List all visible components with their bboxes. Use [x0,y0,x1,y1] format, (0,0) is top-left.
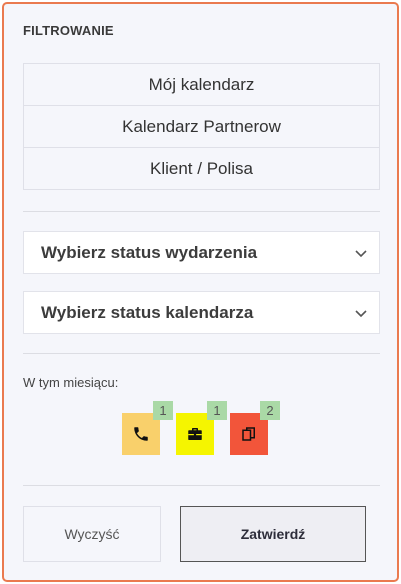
confirm-button[interactable]: Zatwierdź [180,506,366,562]
divider [23,211,380,212]
event-status-label: Wybierz status wydarzenia [41,242,258,262]
count-badge: 1 [207,401,227,420]
clear-button[interactable]: Wyczyść [23,506,161,562]
count-badge: 2 [260,401,280,420]
divider [23,353,380,354]
phone-icon [134,427,148,441]
month-summary-label: W tym miesiącu: [23,375,119,390]
calendar-option-partners[interactable]: Kalendarz Partnerow [23,105,380,148]
calendar-status-select[interactable]: Wybierz status kalendarza [23,291,380,334]
chevron-down-icon [355,309,367,317]
chevron-down-icon [355,249,367,257]
copy-icon [242,427,255,441]
count-badge: 1 [153,401,173,420]
briefcase-icon [188,428,202,440]
divider [23,485,380,486]
calendar-status-label: Wybierz status kalendarza [41,302,254,322]
section-title: FILTROWANIE [23,23,114,38]
filter-panel: FILTROWANIE Mój kalendarz Kalendarz Part… [2,2,399,582]
event-status-select[interactable]: Wybierz status wydarzenia [23,231,380,274]
calendar-option-client-policy[interactable]: Klient / Polisa [23,147,380,190]
calendar-option-my[interactable]: Mój kalendarz [23,63,380,106]
calendar-list: Mój kalendarz Kalendarz Partnerow Klient… [23,63,380,190]
